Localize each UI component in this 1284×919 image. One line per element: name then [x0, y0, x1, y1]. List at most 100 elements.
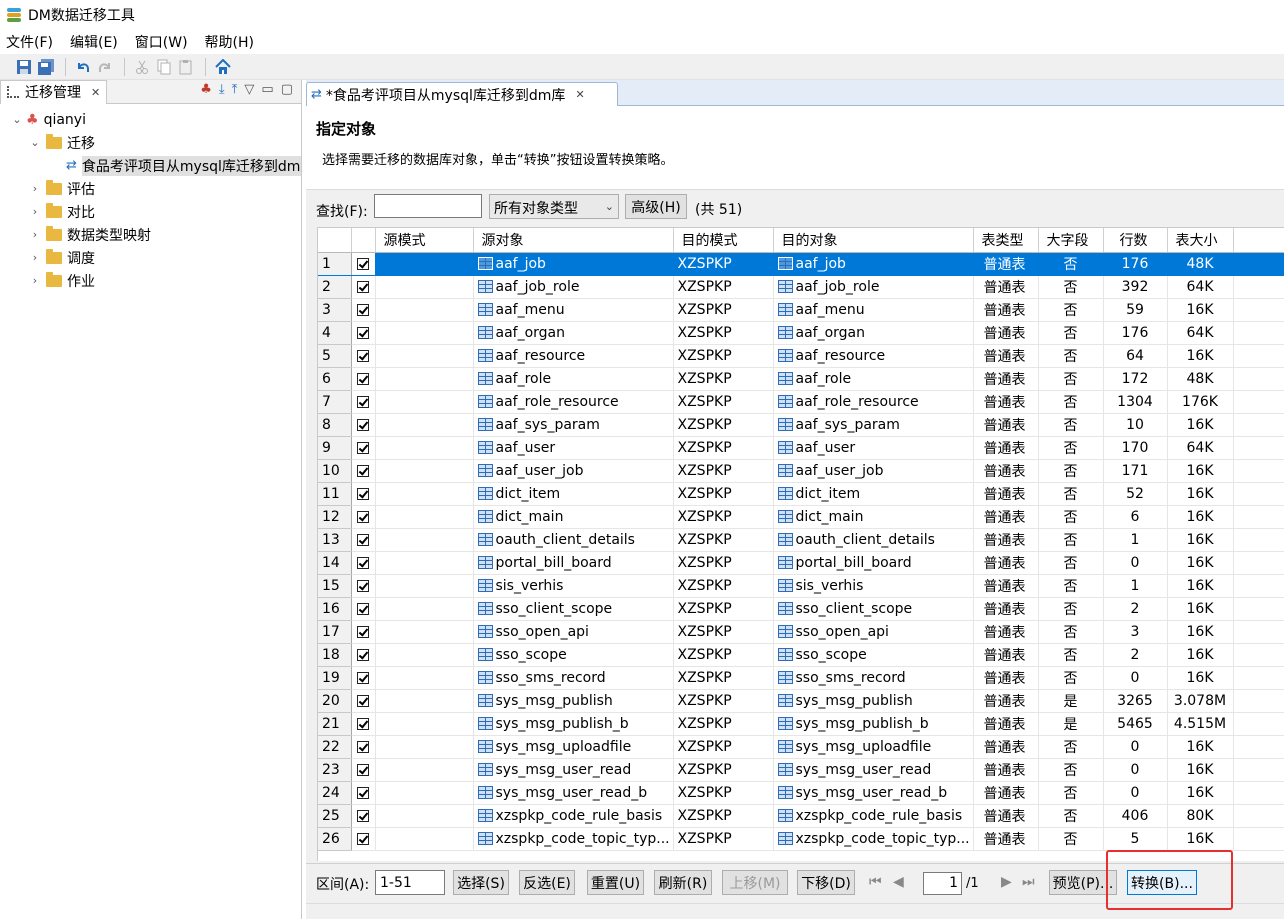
row-checkbox[interactable] [351, 597, 376, 621]
target-object-cell[interactable]: aaf_organ [773, 321, 974, 345]
tree-node-assess[interactable]: › 评估 [0, 177, 301, 200]
view-menu-icon[interactable]: ▽ [244, 82, 254, 97]
checkbox-checked-icon[interactable] [357, 349, 369, 362]
source-object-cell[interactable]: sso_sms_record [473, 666, 674, 690]
invert-selection-button[interactable]: 反选(E) [519, 870, 575, 895]
target-object-cell[interactable]: portal_bill_board [773, 551, 974, 575]
source-object-cell[interactable]: sso_client_scope [473, 597, 674, 621]
checkbox-checked-icon[interactable] [357, 395, 369, 408]
source-object-cell[interactable]: aaf_job [473, 252, 674, 276]
source-object-cell[interactable]: aaf_job_role [473, 275, 674, 299]
source-object-cell[interactable]: sso_scope [473, 643, 674, 667]
target-object-cell[interactable]: aaf_role_resource [773, 390, 974, 414]
source-object-cell[interactable]: portal_bill_board [473, 551, 674, 575]
target-schema-cell[interactable]: XZSPKP [673, 298, 774, 322]
row-checkbox[interactable] [351, 574, 376, 598]
checkbox-checked-icon[interactable] [357, 579, 369, 592]
table-row[interactable]: 24 sys_msg_user_read_b XZSPKP sys_msg_user_… [318, 781, 1284, 805]
target-object-cell[interactable]: aaf_job_role [773, 275, 974, 299]
row-checkbox[interactable] [351, 804, 376, 828]
row-checkbox[interactable] [351, 298, 376, 322]
chevron-down-icon[interactable]: ⌄ [28, 136, 42, 149]
checkbox-checked-icon[interactable] [357, 717, 369, 730]
checkbox-checked-icon[interactable] [357, 740, 369, 753]
target-schema-cell[interactable]: XZSPKP [673, 597, 774, 621]
checkbox-checked-icon[interactable] [357, 464, 369, 477]
table-row[interactable]: 17 sso_open_api XZSPKP sso_open_api 普通表否 3 16K [318, 620, 1284, 644]
row-checkbox[interactable] [351, 390, 376, 414]
checkbox-checked-icon[interactable] [357, 303, 369, 316]
row-checkbox[interactable] [351, 551, 376, 575]
target-schema-cell[interactable]: XZSPKP [673, 574, 774, 598]
table-row[interactable]: 16 sso_client_scope XZSPKP sso_client_scope… [318, 597, 1284, 621]
target-schema-cell[interactable]: XZSPKP [673, 781, 774, 805]
target-object-cell[interactable]: xzspkp_code_rule_basis [773, 804, 974, 828]
target-object-cell[interactable]: oauth_client_details [773, 528, 974, 552]
row-checkbox[interactable] [351, 689, 376, 713]
first-page-icon[interactable]: ⏮ [869, 874, 882, 890]
row-checkbox[interactable] [351, 528, 376, 552]
target-schema-cell[interactable]: XZSPKP [673, 367, 774, 391]
table-row[interactable]: 25 xzspkp_code_rule_basis XZSPKP xzspkp_cod… [318, 804, 1284, 828]
target-object-cell[interactable]: aaf_job [773, 252, 974, 276]
table-row[interactable]: 14 portal_bill_board XZSPKP portal_bill_boa… [318, 551, 1284, 575]
table-row[interactable]: 22 sys_msg_uploadfile XZSPKP sys_msg_upload… [318, 735, 1284, 759]
menu-edit[interactable]: 编辑(E) [70, 32, 118, 52]
target-object-cell[interactable]: aaf_resource [773, 344, 974, 368]
source-object-cell[interactable]: aaf_sys_param [473, 413, 674, 437]
table-row[interactable]: 20 sys_msg_publish XZSPKP sys_msg_publish 普通… [318, 689, 1284, 713]
maximize-icon[interactable]: ▢ [281, 82, 293, 97]
checkbox-checked-icon[interactable] [357, 418, 369, 431]
target-schema-cell[interactable]: XZSPKP [673, 758, 774, 782]
target-schema-cell[interactable]: XZSPKP [673, 505, 774, 529]
export-icon[interactable]: ⤒ [232, 82, 238, 97]
range-input[interactable] [375, 870, 445, 895]
target-object-cell[interactable]: sys_msg_user_read_b [773, 781, 974, 805]
target-object-cell[interactable]: dict_main [773, 505, 974, 529]
source-object-cell[interactable]: aaf_user [473, 436, 674, 460]
table-row[interactable]: 15 sis_verhis XZSPKP sis_verhis 普通表否 1 16K [318, 574, 1284, 598]
target-object-cell[interactable]: sso_scope [773, 643, 974, 667]
checkbox-checked-icon[interactable] [357, 372, 369, 385]
row-checkbox[interactable] [351, 666, 376, 690]
row-checkbox[interactable] [351, 781, 376, 805]
table-row[interactable]: 8 aaf_sys_param XZSPKP aaf_sys_param 普通表否 10 1… [318, 413, 1284, 437]
table-row[interactable]: 1 aaf_job XZSPKP aaf_job 普通表否 176 48K [318, 252, 1284, 276]
row-checkbox[interactable] [351, 275, 376, 299]
save-icon[interactable] [14, 57, 34, 77]
row-checkbox[interactable] [351, 827, 376, 851]
table-row[interactable]: 21 sys_msg_publish_b XZSPKP sys_msg_publish… [318, 712, 1284, 736]
row-checkbox[interactable] [351, 459, 376, 483]
source-object-cell[interactable]: xzspkp_code_topic_typ... [473, 827, 674, 851]
next-page-icon[interactable]: ▶ [1001, 874, 1012, 890]
row-checkbox[interactable] [351, 482, 376, 506]
target-schema-cell[interactable]: XZSPKP [673, 482, 774, 506]
source-object-cell[interactable]: sys_msg_publish_b [473, 712, 674, 736]
checkbox-checked-icon[interactable] [357, 326, 369, 339]
target-schema-cell[interactable]: XZSPKP [673, 551, 774, 575]
source-object-cell[interactable]: aaf_role [473, 367, 674, 391]
close-icon[interactable]: ✕ [575, 88, 584, 101]
target-object-cell[interactable]: sys_msg_user_read [773, 758, 974, 782]
tree-node-schedule[interactable]: › 调度 [0, 246, 301, 269]
row-checkbox[interactable] [351, 758, 376, 782]
last-page-icon[interactable]: ⏭ [1022, 874, 1035, 890]
import-icon[interactable]: ⤓ [219, 82, 225, 97]
source-object-cell[interactable]: aaf_resource [473, 344, 674, 368]
chevron-down-icon[interactable]: ⌄ [10, 113, 24, 126]
chevron-right-icon[interactable]: › [28, 228, 42, 241]
column-header-source-schema[interactable]: 源模式 [375, 228, 474, 253]
convert-button[interactable]: 转换(B)... [1127, 870, 1197, 895]
source-object-cell[interactable]: oauth_client_details [473, 528, 674, 552]
checkbox-checked-icon[interactable] [357, 556, 369, 569]
chevron-right-icon[interactable]: › [28, 274, 42, 287]
target-object-cell[interactable]: aaf_role [773, 367, 974, 391]
row-checkbox[interactable] [351, 620, 376, 644]
row-checkbox[interactable] [351, 436, 376, 460]
refresh-button[interactable]: 刷新(R) [654, 870, 712, 895]
row-checkbox[interactable] [351, 252, 376, 276]
advanced-button[interactable]: 高级(H) [625, 194, 687, 219]
page-input[interactable]: 1 [923, 872, 962, 895]
target-schema-cell[interactable]: XZSPKP [673, 666, 774, 690]
source-object-cell[interactable]: sys_msg_user_read_b [473, 781, 674, 805]
